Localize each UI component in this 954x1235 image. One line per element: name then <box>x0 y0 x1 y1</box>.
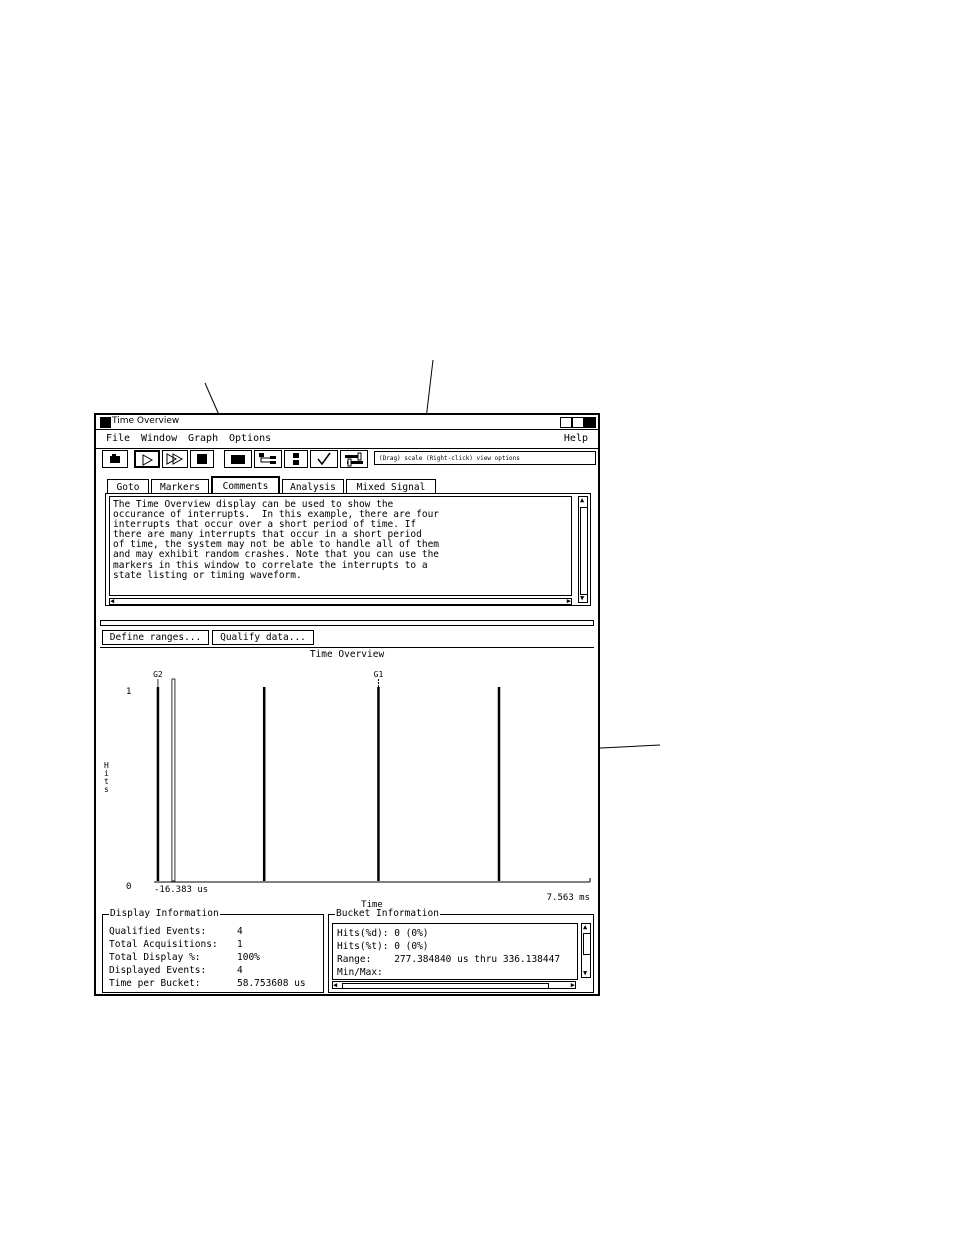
menu-bar: File Window Graph Options Help <box>96 430 598 449</box>
marker-line <box>171 678 176 882</box>
info-label: Total Acquisitions: <box>109 939 218 950</box>
tree-icon <box>259 453 276 464</box>
menu-window[interactable]: Window <box>141 433 177 444</box>
window-title: Time Overview <box>112 416 180 426</box>
menu-help[interactable]: Help <box>564 433 588 444</box>
info-label: Time per Bucket: <box>109 978 201 989</box>
info-label: Displayed Events: <box>109 965 207 976</box>
bucket-line: Hits(%d): 0 (0%) <box>337 928 429 939</box>
bucket-line: Hits(%t): 0 (0%) <box>337 941 429 952</box>
qualify-data-button[interactable]: Qualify data... <box>212 630 314 645</box>
info-value: 4 <box>237 926 243 937</box>
time-overview-chart[interactable]: 1 0 -16.383 us 7.563 ms Time Hits G2 G1 <box>96 660 598 912</box>
check-button[interactable] <box>310 450 338 468</box>
bucket-information-legend: Bucket Information <box>335 908 440 919</box>
window-menu-icon[interactable] <box>100 417 111 428</box>
close-button[interactable] <box>584 417 596 428</box>
scroll-right-icon[interactable]: ▶ <box>571 982 575 989</box>
time-overview-window: Time Overview File Window Graph Options … <box>94 413 600 996</box>
scroll-up-icon[interactable]: ▲ <box>583 924 587 931</box>
info-value: 4 <box>237 965 243 976</box>
scroll-down-icon[interactable]: ▼ <box>580 595 584 602</box>
check-icon <box>317 452 331 466</box>
scroll-left-icon[interactable]: ◀ <box>110 598 114 605</box>
run-repetitive-button[interactable] <box>162 450 188 468</box>
window-icon <box>231 455 245 464</box>
toolbar: (Drag) scale (Right-click) view options <box>100 450 596 470</box>
comments-horizontal-scrollbar[interactable]: ◀ ▶ <box>109 598 572 605</box>
scroll-up-icon[interactable]: ▲ <box>580 497 584 504</box>
y-tick-label-bottom: 0 <box>126 882 131 892</box>
pane-divider[interactable] <box>100 620 594 626</box>
info-value: 1 <box>237 939 243 950</box>
marker-g2[interactable]: G2 <box>153 670 176 882</box>
bucket-vertical-scrollbar[interactable]: ▲ ▼ <box>581 923 591 978</box>
stop-button[interactable] <box>190 450 214 468</box>
bucket-horizontal-scrollbar[interactable]: ◀ ▶ <box>332 981 576 989</box>
info-label: Qualified Events: <box>109 926 207 937</box>
scroll-down-icon[interactable]: ▼ <box>583 970 587 977</box>
open-icon <box>110 454 120 463</box>
minimize-button[interactable] <box>560 417 572 428</box>
maximize-button[interactable] <box>572 417 584 428</box>
open-button[interactable] <box>102 450 128 468</box>
comments-panel: The Time Overview display can be used to… <box>105 493 591 606</box>
display-information-legend: Display Information <box>109 908 220 919</box>
menu-file[interactable]: File <box>106 433 130 444</box>
settings-icon <box>345 452 363 467</box>
list-icon <box>293 453 299 465</box>
x-end-label: 7.563 ms <box>547 893 590 903</box>
info-value: 58.753608 us <box>237 978 306 989</box>
comments-textarea[interactable]: The Time Overview display can be used to… <box>109 496 572 596</box>
tab-goto[interactable]: Goto <box>107 479 149 494</box>
separator-line <box>100 647 594 648</box>
tab-markers[interactable]: Markers <box>151 479 209 494</box>
marker-label: G2 <box>153 670 163 679</box>
bucket-information-text[interactable]: Hits(%d): 0 (0%) Hits(%t): 0 (0%) Range:… <box>332 923 578 980</box>
menu-options[interactable]: Options <box>229 433 271 444</box>
tab-mixed-signal[interactable]: Mixed Signal <box>346 479 436 494</box>
comments-vertical-scrollbar[interactable]: ▲ ▼ <box>578 496 588 603</box>
title-bar: Time Overview <box>96 415 598 430</box>
bucket-line: Min/Max: <box>337 967 383 978</box>
tree-button[interactable] <box>254 450 282 468</box>
tab-analysis[interactable]: Analysis <box>282 479 344 494</box>
x-start-label: -16.383 us <box>154 885 208 895</box>
run-icon <box>142 454 154 466</box>
status-message: (Drag) scale (Right-click) view options <box>374 451 596 465</box>
info-value: 100% <box>237 952 260 963</box>
y-axis-label: Hits <box>104 761 109 794</box>
display-information-panel: Display Information Qualified Events: 4 … <box>102 908 324 993</box>
settings-button[interactable] <box>340 450 368 468</box>
y-tick-label-top: 1 <box>126 687 131 697</box>
run-button[interactable] <box>134 450 160 468</box>
comments-scroll-thumb[interactable] <box>580 507 588 595</box>
menu-graph[interactable]: Graph <box>188 433 218 444</box>
scroll-right-icon[interactable]: ▶ <box>567 598 571 605</box>
bucket-scroll-thumb[interactable] <box>583 933 591 955</box>
stop-icon <box>197 454 207 464</box>
chart-title: Time Overview <box>309 649 385 660</box>
define-ranges-button[interactable]: Define ranges... <box>102 630 209 645</box>
marker-label: G1 <box>374 670 384 679</box>
bucket-information-panel: Bucket Information Hits(%d): 0 (0%) Hits… <box>328 908 594 993</box>
tab-comments[interactable]: Comments <box>211 476 280 494</box>
window-button[interactable] <box>224 450 252 468</box>
bucket-line: Range: 277.384840 us thru 336.138447 <box>337 954 561 965</box>
scroll-left-icon[interactable]: ◀ <box>333 982 337 989</box>
list-button[interactable] <box>284 450 308 468</box>
bucket-hscroll-thumb[interactable] <box>342 983 549 989</box>
run-repetitive-icon <box>166 453 184 465</box>
info-label: Total Display %: <box>109 952 201 963</box>
